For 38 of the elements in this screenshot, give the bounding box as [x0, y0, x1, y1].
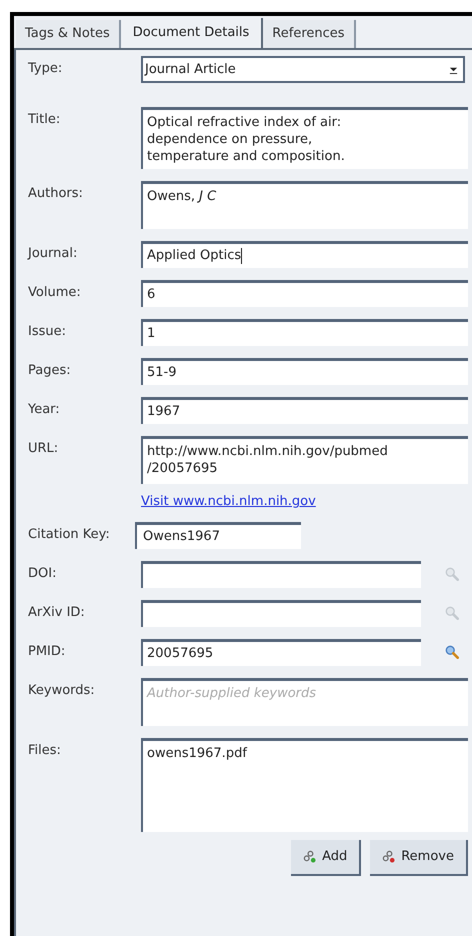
text-area[interactable]: Owens, J C: [141, 181, 468, 229]
field-label: Title:: [28, 111, 62, 129]
input-field[interactable]: Applied Optics: [141, 241, 468, 268]
website-link[interactable]: Visit www.ncbi.nlm.nih.gov: [141, 492, 316, 512]
field-label: Citation Key:: [28, 526, 111, 544]
field-label: DOI:: [28, 564, 58, 582]
input-field[interactable]: 20057695: [141, 638, 421, 666]
type-dropdown[interactable]: Journal Article: [141, 56, 465, 83]
tab[interactable]: References: [263, 20, 356, 48]
search-icon[interactable]: [445, 644, 459, 658]
field-label: Authors:: [28, 185, 84, 203]
field-label: Pages:: [28, 362, 72, 380]
add-button[interactable]: Add: [291, 840, 362, 876]
tab[interactable]: Tags & Notes: [16, 20, 121, 48]
field-label: Journal:: [28, 245, 78, 263]
text-area[interactable]: http://www.ncbi.nlm.nih.gov/pubmed /20057695: [141, 436, 468, 484]
input-field[interactable]: Owens1967: [135, 522, 301, 548]
text-area[interactable]: Optical refractive index of air: dependence on pressure, temperature and composition.: [141, 107, 468, 169]
field-label: Volume:: [28, 284, 82, 302]
input-field[interactable]: [141, 600, 421, 626]
field-label: Issue:: [28, 323, 67, 341]
field-label: Files:: [28, 742, 62, 760]
input-field[interactable]: 1967: [141, 397, 468, 424]
field-label: Year:: [28, 401, 61, 419]
input-field[interactable]: 51-9: [141, 358, 468, 385]
link-icon: [382, 850, 396, 863]
field-label: ArXiv ID:: [28, 604, 86, 622]
field-label: Keywords:: [28, 682, 96, 700]
link-icon: [303, 850, 316, 863]
input-field[interactable]: 6: [141, 280, 468, 307]
input-field[interactable]: 1: [141, 319, 468, 346]
remove-button[interactable]: Remove: [370, 840, 468, 876]
dropdown-arrow-icon[interactable]: [449, 65, 458, 74]
input-field[interactable]: [141, 560, 421, 588]
field-label: URL:: [28, 440, 60, 458]
field-label: Type:: [28, 60, 64, 78]
field-label: PMID:: [28, 642, 66, 660]
file-list[interactable]: owens1967.pdf: [141, 738, 468, 832]
